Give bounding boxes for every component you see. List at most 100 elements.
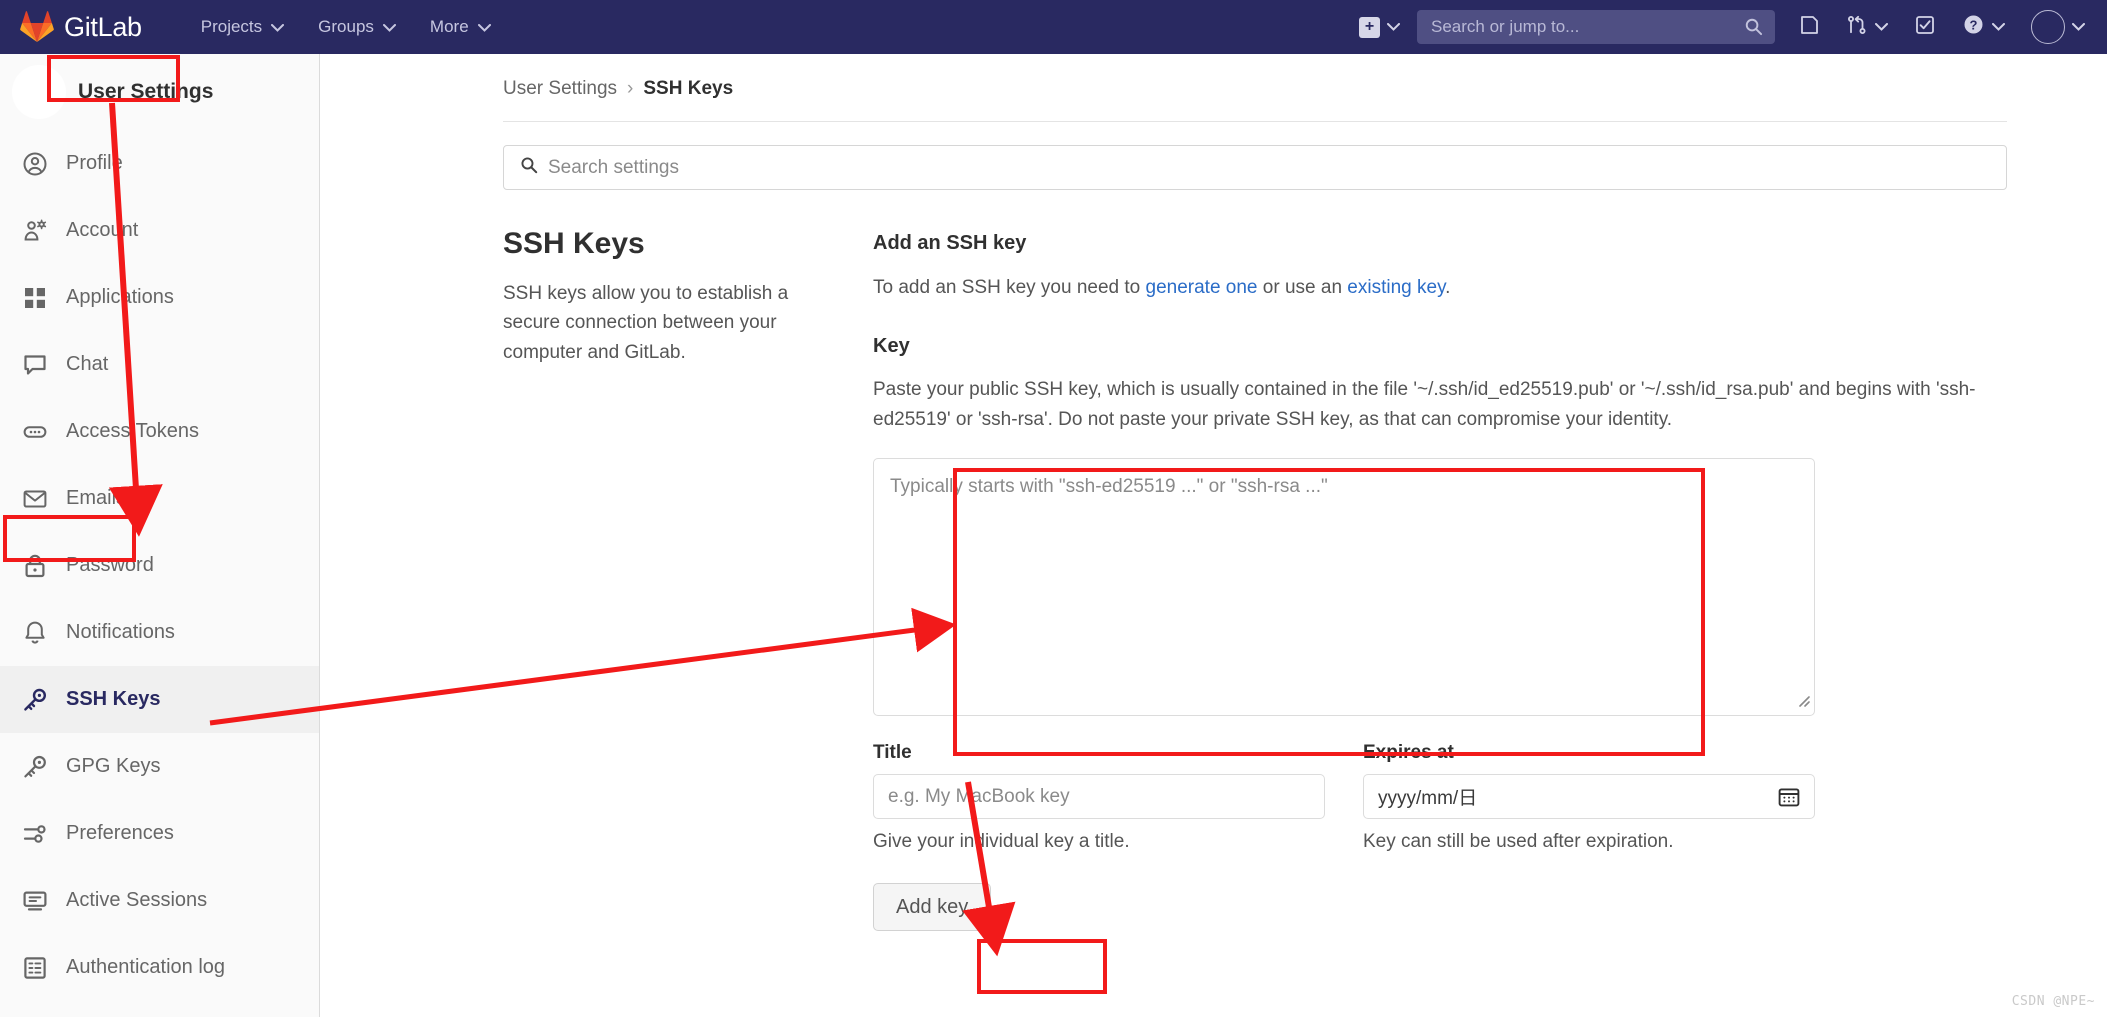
sidebar-title: User Settings [78, 80, 214, 103]
sidebar-item-chat[interactable]: Chat [0, 331, 319, 398]
sidebar-item-emails[interactable]: Emails [0, 465, 319, 532]
sidebar-item-notifications[interactable]: Notifications [0, 599, 319, 666]
lock-icon [22, 553, 48, 579]
sidebar-item-label: Preferences [66, 822, 174, 844]
svg-text:?: ? [1970, 17, 1978, 32]
breadcrumb-parent[interactable]: User Settings [503, 78, 617, 100]
expires-date-input[interactable]: yyyy/mm/日 [1363, 774, 1815, 820]
title-field-help: Give your individual key a title. [873, 831, 1130, 853]
generate-one-link[interactable]: generate one [1146, 277, 1258, 298]
email-icon [22, 486, 48, 512]
user-avatar [2031, 10, 2065, 44]
chevron-down-icon [1992, 18, 2005, 36]
key-field-help: Paste your public SSH key, which is usua… [873, 378, 1976, 431]
create-new-button[interactable]: + [1346, 0, 1413, 54]
add-key-intro-mid: or use an [1257, 277, 1348, 298]
help-button[interactable]: ? [1949, 0, 2018, 54]
sidebar-item-applications[interactable]: Applications [0, 264, 319, 331]
merge-requests-icon [1846, 14, 1868, 41]
expires-field-label: Expires at [1363, 742, 1454, 764]
sidebar-item-authentication-log[interactable]: Authentication log [0, 934, 319, 1001]
watermark: CSDN @NPE~ [2011, 994, 2095, 1009]
help-icon: ? [1962, 13, 1985, 41]
main-content: User Settings › SSH Keys Search settings… [321, 54, 2107, 1017]
key-icon [22, 687, 48, 713]
key-field-label: Key [873, 334, 910, 357]
ssh-key-form-column: Add an SSH key To add an SSH key you nee… [873, 226, 2007, 932]
breadcrumb-current: SSH Keys [643, 78, 734, 99]
user-settings-sidebar: User Settings Profile Account Applicatio… [0, 54, 320, 1017]
chevron-down-icon [2072, 18, 2085, 36]
sidebar-item-label: Profile [66, 152, 123, 174]
nav-item-more-label: More [429, 17, 469, 36]
sidebar-item-label: Authentication log [66, 956, 226, 978]
page-description: SSH keys allow you to establish a secure… [503, 283, 789, 363]
account-icon [22, 218, 48, 244]
avatar [12, 65, 66, 119]
chevron-down-icon [1387, 18, 1400, 36]
nav-item-projects[interactable]: Projects [184, 0, 301, 54]
key-meta-fields: Title e.g. My MacBook key Give your indi… [873, 742, 2007, 853]
page-title: SSH Keys [503, 227, 645, 260]
gitlab-tanuki-logo-icon [20, 11, 54, 43]
gitlab-logo-link[interactable]: GitLab [20, 11, 142, 43]
add-key-button[interactable]: Add key [873, 883, 992, 932]
applications-icon [22, 285, 48, 311]
existing-key-link[interactable]: existing key [1347, 277, 1445, 298]
sidebar-item-label: Account [66, 219, 139, 241]
sidebar-item-label: SSH Keys [66, 688, 161, 710]
merge-requests-button[interactable] [1833, 0, 1901, 54]
nav-item-groups-label: Groups [318, 17, 374, 36]
chevron-down-icon [271, 17, 285, 37]
chevron-down-icon [1875, 18, 1888, 36]
todos-icon [1914, 14, 1936, 41]
breadcrumb: User Settings › SSH Keys [321, 54, 2107, 100]
add-key-intro-pre: To add an SSH key you need to [873, 277, 1146, 298]
todos-button[interactable] [1901, 0, 1949, 54]
sidebar-item-profile[interactable]: Profile [0, 130, 319, 197]
title-input-placeholder: e.g. My MacBook key [888, 785, 1070, 807]
expires-field-help: Key can still be used after expiration. [1363, 831, 1674, 853]
sidebar-item-label: Applications [66, 286, 174, 308]
settings-search-input[interactable]: Search settings [503, 145, 2007, 190]
key-textarea-placeholder: Typically starts with "ssh-ed25519 ..." … [890, 476, 1328, 498]
access-tokens-icon [22, 419, 48, 445]
profile-icon [22, 151, 48, 177]
top-navbar: GitLab Projects Groups More + Search or … [0, 0, 2107, 54]
sidebar-item-gpg-keys[interactable]: GPG Keys [0, 733, 319, 800]
global-search-placeholder: Search or jump to... [1431, 17, 1580, 36]
issues-button[interactable] [1785, 0, 1833, 54]
user-menu-button[interactable] [2018, 0, 2107, 54]
key-icon [22, 754, 48, 780]
title-input[interactable]: e.g. My MacBook key [873, 774, 1325, 820]
expires-field-group: Expires at yyyy/mm/日 Key can still be us… [1363, 742, 1815, 853]
sidebar-item-access-tokens[interactable]: Access Tokens [0, 398, 319, 465]
chevron-down-icon [477, 17, 491, 37]
sidebar-item-password[interactable]: Password [0, 532, 319, 599]
issues-icon [1798, 14, 1820, 41]
expires-input-placeholder: yyyy/mm/日 [1378, 788, 1478, 810]
nav-item-groups[interactable]: Groups [301, 0, 413, 54]
settings-section: SSH Keys SSH keys allow you to establish… [503, 226, 2007, 932]
sidebar-item-label: GPG Keys [66, 755, 161, 777]
chevron-down-icon [382, 17, 396, 37]
nav-item-projects-label: Projects [200, 17, 263, 36]
nav-item-more[interactable]: More [413, 0, 508, 54]
sidebar-item-ssh-keys[interactable]: SSH Keys [0, 666, 319, 733]
sidebar-item-label: Emails [66, 487, 127, 509]
sidebar-item-active-sessions[interactable]: Active Sessions [0, 867, 319, 934]
add-key-heading: Add an SSH key [873, 232, 1027, 254]
key-textarea[interactable]: Typically starts with "ssh-ed25519 ..." … [873, 458, 1815, 717]
global-search-input[interactable]: Search or jump to... [1417, 10, 1775, 44]
add-key-intro: To add an SSH key you need to generate o… [873, 274, 2007, 303]
sidebar-item-preferences[interactable]: Preferences [0, 800, 319, 867]
bell-icon [22, 620, 48, 646]
gitlab-brand-text: GitLab [64, 11, 142, 42]
sidebar-header: User Settings [0, 54, 319, 130]
sidebar-item-account[interactable]: Account [0, 197, 319, 264]
search-icon [520, 156, 538, 179]
calendar-icon[interactable] [1777, 785, 1801, 814]
breadcrumb-separator-icon: › [627, 78, 634, 99]
search-icon [1744, 17, 1763, 41]
resize-grip-icon[interactable] [1794, 691, 1810, 712]
